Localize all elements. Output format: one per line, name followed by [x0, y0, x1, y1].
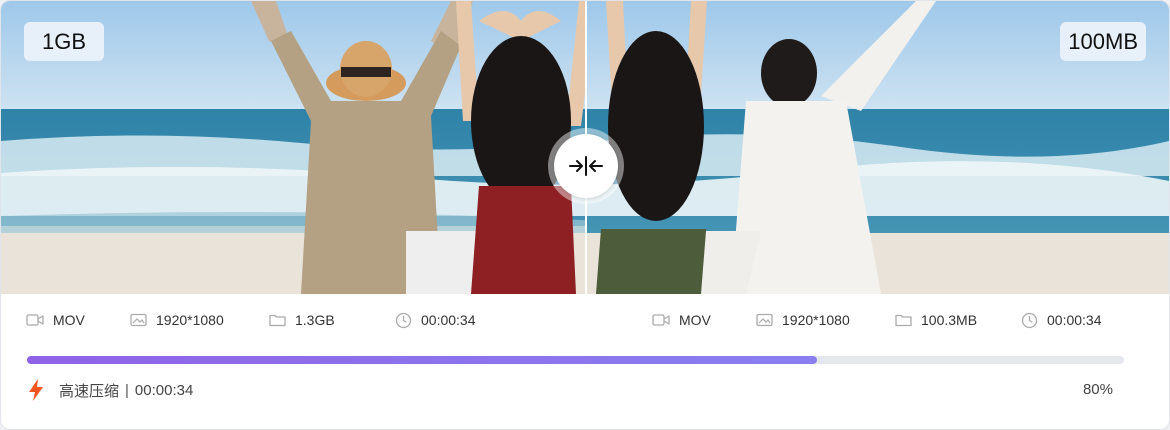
- status-separator: |: [125, 381, 129, 399]
- lightning-icon: [29, 379, 43, 401]
- image-icon: [130, 313, 147, 327]
- video-camera-icon: [26, 314, 44, 326]
- compressed-file-size: 100.3MB: [895, 310, 977, 330]
- compression-card: 1GB 100MB MOV 1920*1080 1.3GB 00:00:34 M…: [0, 0, 1170, 430]
- progress-percent: 80%: [1082, 381, 1113, 398]
- progress-fill: [27, 356, 817, 364]
- compressed-format: MOV: [652, 310, 711, 330]
- format-value: MOV: [53, 312, 85, 328]
- resolution-value: 1920*1080: [782, 312, 850, 328]
- clock-icon: [1021, 312, 1038, 328]
- video-compare-preview[interactable]: 1GB 100MB: [1, 1, 1169, 294]
- folder-icon: [269, 314, 286, 327]
- compressed-resolution: 1920*1080: [756, 310, 850, 330]
- compressed-size-badge: 100MB: [1060, 22, 1146, 61]
- resolution-value: 1920*1080: [156, 312, 224, 328]
- compare-slider-handle[interactable]: [548, 128, 624, 204]
- folder-icon: [895, 314, 912, 327]
- clock-icon: [395, 312, 412, 328]
- original-duration: 00:00:34: [395, 310, 476, 330]
- elapsed-time: 00:00:34: [134, 381, 194, 399]
- original-file-size: 1.3GB: [269, 310, 335, 330]
- original-size-badge: 1GB: [24, 22, 105, 61]
- compressed-duration: 00:00:34: [1021, 310, 1102, 330]
- file-size-value: 100.3MB: [921, 312, 978, 328]
- duration-value: 00:00:34: [1047, 312, 1102, 328]
- compare-arrows-icon: [569, 156, 603, 176]
- compression-progress-bar: [27, 356, 1124, 364]
- original-format: MOV: [26, 310, 85, 330]
- original-resolution: 1920*1080: [130, 310, 224, 330]
- image-icon: [756, 313, 773, 327]
- file-size-value: 1.3GB: [295, 312, 335, 328]
- format-value: MOV: [679, 312, 711, 328]
- mode-label: 高速压缩: [59, 382, 120, 400]
- video-camera-icon: [652, 314, 670, 326]
- compression-status: 高速压缩 | 00:00:34: [27, 378, 193, 402]
- duration-value: 00:00:34: [421, 312, 476, 328]
